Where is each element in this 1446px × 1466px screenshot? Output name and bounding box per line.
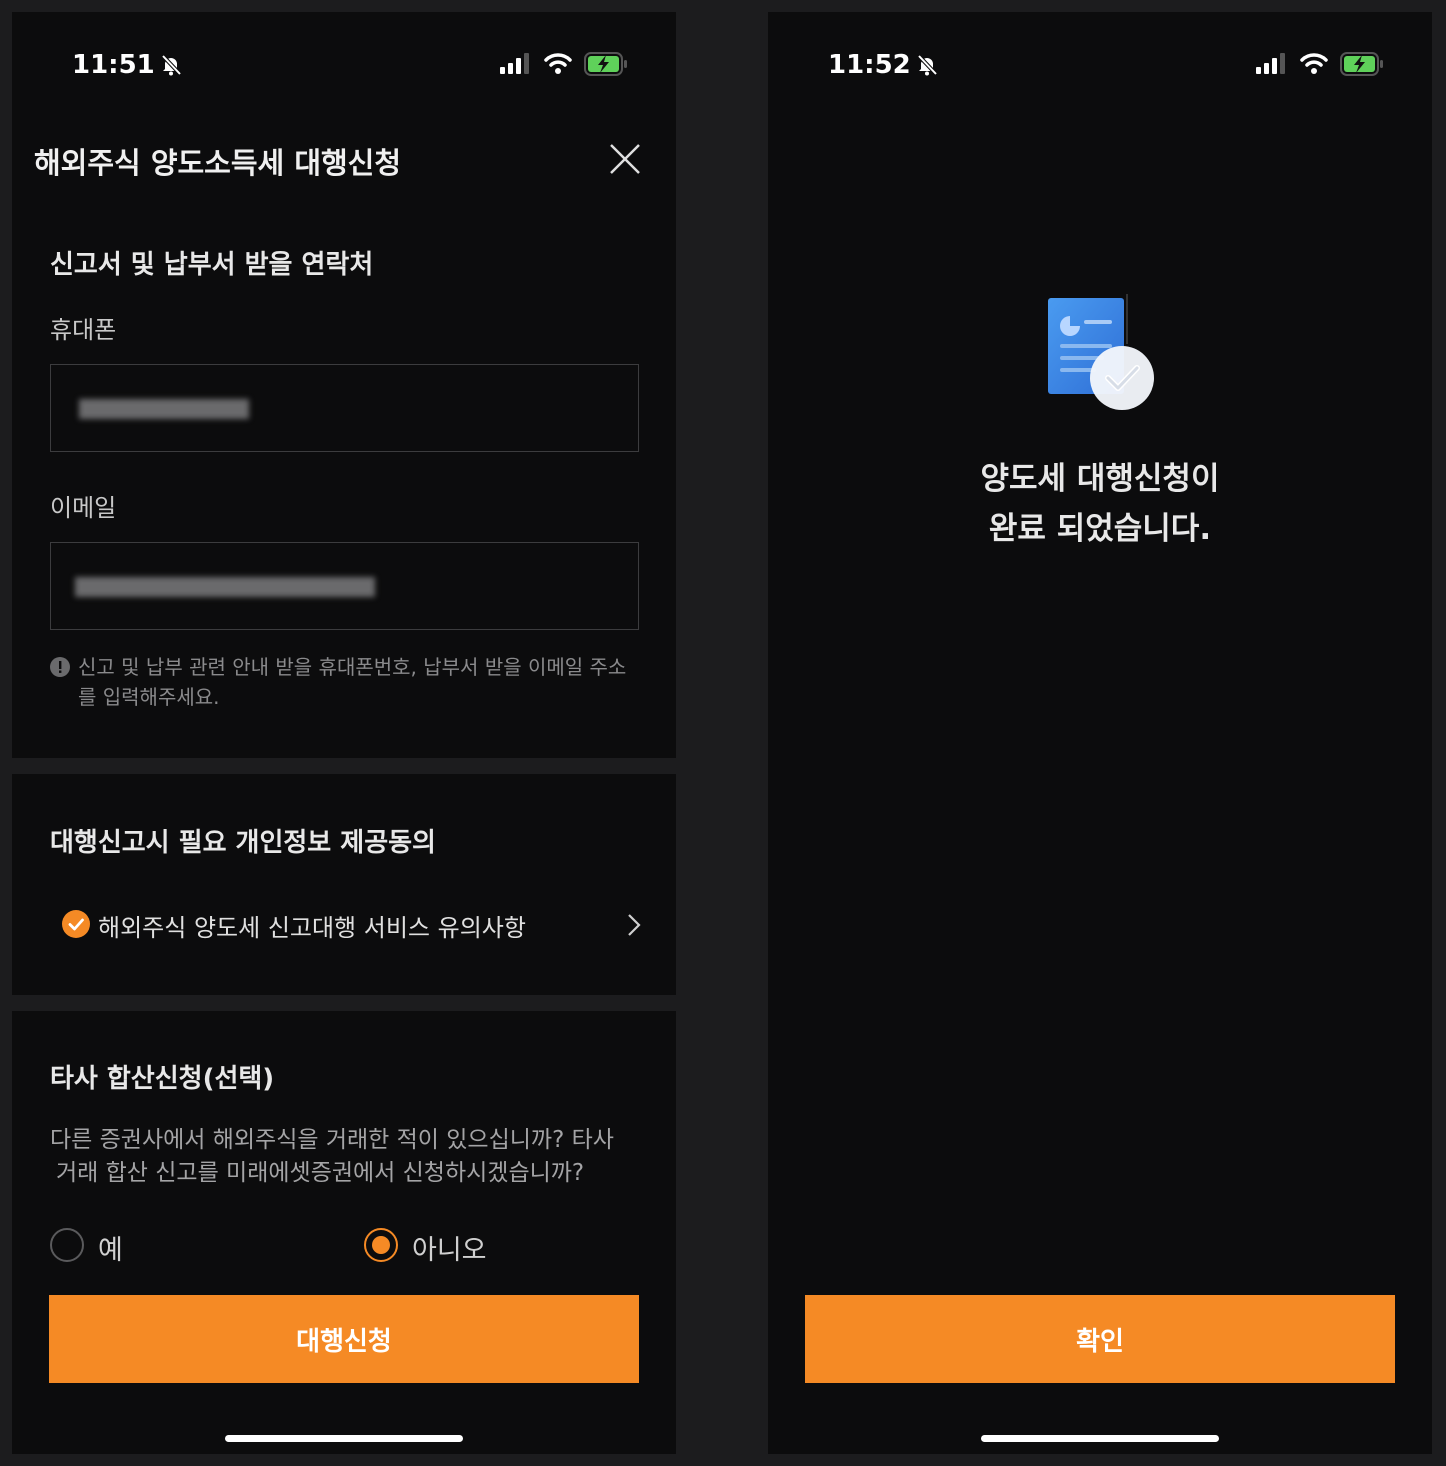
signal-icon <box>1256 53 1285 74</box>
bell-muted-icon <box>917 54 938 76</box>
page-title: 해외주식 양도소득세 대행신청 <box>34 146 402 180</box>
combine-description-line2: 거래 합산 신고를 미래에셋증권에서 신청하시겠습니까? <box>56 1160 585 1186</box>
section-divider <box>12 995 676 1011</box>
section-divider <box>12 758 676 774</box>
chevron-right-icon[interactable] <box>626 912 642 938</box>
completion-message: 양도세 대행신청이 완료 되었습니다. <box>768 454 1432 554</box>
contact-hint: 신고 및 납부 관련 안내 받을 휴대폰번호, 납부서 받을 이메일 주소를 입… <box>50 652 640 712</box>
radio-yes[interactable] <box>50 1228 84 1262</box>
agreement-item-label: 해외주식 양도세 신고대행 서비스 유의사항 <box>98 914 526 942</box>
application-form-screen: 11:51 해외주식 양도소득세 대행신청 신고서 및 납부서 받을 연락처 휴… <box>12 12 676 1454</box>
signal-icon <box>500 53 529 74</box>
confirm-button[interactable]: 확인 <box>805 1295 1395 1383</box>
phone-input[interactable] <box>50 364 639 452</box>
combine-section-heading: 타사 합산신청(선택) <box>50 1064 275 1094</box>
battery-charging-icon <box>584 52 627 76</box>
combine-description: 다른 증권사에서 해외주식을 거래한 적이 있으십니까? 타사 거래 합산 신고… <box>50 1124 650 1190</box>
email-input[interactable] <box>50 542 639 630</box>
submit-button[interactable]: 대행신청 <box>49 1295 639 1383</box>
completion-screen: 11:52 양도세 대행신청이 완료 되었습니다. 확인 <box>768 12 1432 1454</box>
radio-yes-label[interactable]: 예 <box>98 1228 123 1267</box>
home-indicator <box>981 1435 1219 1442</box>
agreement-item-row[interactable]: 해외주식 양도세 신고대행 서비스 유의사항 <box>62 904 642 944</box>
home-indicator <box>225 1435 463 1442</box>
contact-section-heading: 신고서 및 납부서 받을 연락처 <box>50 250 374 280</box>
close-icon[interactable] <box>608 142 642 176</box>
redacted-email-value <box>75 577 375 597</box>
redacted-phone-value <box>79 399 249 419</box>
completion-message-line2: 완료 되었습니다. <box>988 511 1212 547</box>
radio-no-label[interactable]: 아니오 <box>412 1228 487 1267</box>
status-time: 11:51 <box>72 50 155 80</box>
bell-muted-icon <box>161 54 182 76</box>
status-bar: 11:52 <box>768 12 1432 122</box>
wifi-icon <box>1300 53 1328 74</box>
hint-text: 신고 및 납부 관련 안내 받을 휴대폰번호, 납부서 받을 이메일 주소를 입… <box>78 655 627 709</box>
status-bar: 11:51 <box>12 12 676 122</box>
completion-message-line1: 양도세 대행신청이 <box>980 461 1220 497</box>
checked-circle-icon[interactable] <box>62 910 90 938</box>
info-icon <box>50 657 70 677</box>
wifi-icon <box>544 53 572 74</box>
combine-description-line1: 다른 증권사에서 해외주식을 거래한 적이 있으십니까? 타사 <box>50 1127 614 1153</box>
email-label: 이메일 <box>50 494 117 522</box>
status-time: 11:52 <box>828 50 911 80</box>
consent-section-heading: 대행신고시 필요 개인정보 제공동의 <box>50 828 436 858</box>
radio-no[interactable] <box>364 1228 398 1262</box>
battery-charging-icon <box>1340 52 1383 76</box>
document-check-icon <box>1048 294 1154 410</box>
phone-label: 휴대폰 <box>50 316 117 344</box>
